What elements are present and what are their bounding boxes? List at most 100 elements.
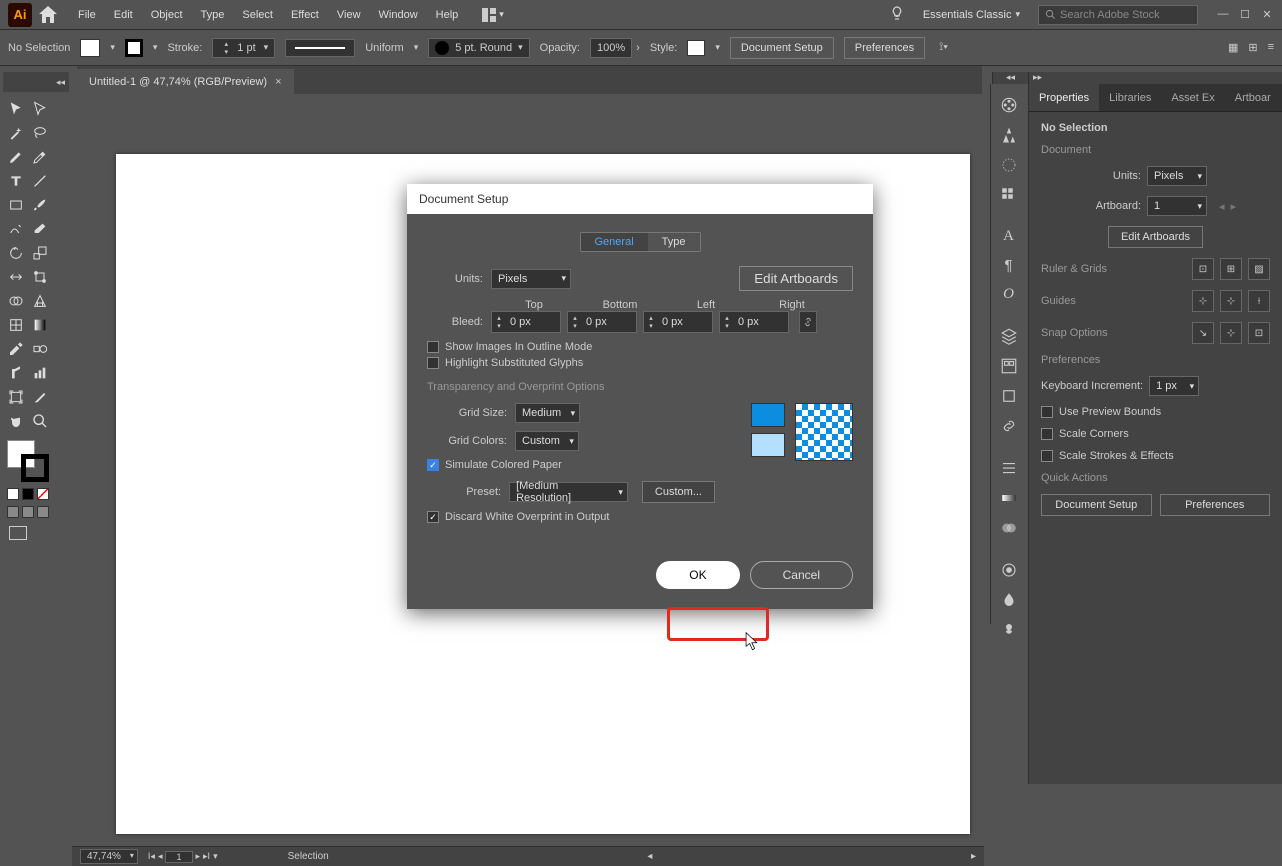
fill-stroke-indicator[interactable]	[5, 440, 51, 484]
props-edit-artboards[interactable]: Edit Artboards	[1108, 226, 1203, 248]
assets-panel-icon[interactable]	[999, 357, 1019, 375]
links-panel-icon[interactable]	[999, 417, 1019, 435]
scroll-left-icon[interactable]: ◂	[647, 851, 652, 862]
symbol-sprayer-tool[interactable]	[5, 362, 27, 384]
opacity-input[interactable]: 100%	[590, 38, 632, 58]
snap-point-icon[interactable]: ↘	[1192, 322, 1214, 344]
stroke-profile[interactable]	[285, 39, 355, 57]
brush-selector[interactable]: 5 pt. Round ▾	[428, 38, 529, 58]
key-inc-input[interactable]: 1 px	[1149, 376, 1199, 396]
menu-file[interactable]: File	[70, 5, 104, 25]
artboards-panel-icon[interactable]	[999, 387, 1019, 405]
document-setup-button[interactable]: Document Setup	[730, 37, 834, 59]
scroll-right-icon[interactable]: ▸	[971, 851, 976, 862]
type-tool[interactable]	[5, 170, 27, 192]
tab-close-icon[interactable]: ×	[275, 76, 281, 88]
shape-builder-tool[interactable]	[5, 290, 27, 312]
next-artboard-icon-status[interactable]: ▸	[196, 851, 201, 863]
transparency-grid-icon[interactable]: ▨	[1248, 258, 1270, 280]
width-tool[interactable]	[5, 266, 27, 288]
draw-normal[interactable]	[7, 506, 19, 518]
tab-properties[interactable]: Properties	[1029, 84, 1099, 111]
artboard-nav-dropdown-icon[interactable]: ▾	[213, 851, 218, 863]
color-guide-icon[interactable]	[999, 126, 1019, 144]
zoom-select[interactable]: 47,74%	[80, 849, 138, 864]
props-artboard-select[interactable]: 1	[1147, 196, 1207, 216]
show-images-checkbox[interactable]: Show Images In Outline Mode	[427, 341, 853, 353]
stroke-color-indicator[interactable]	[21, 454, 49, 482]
close-button[interactable]: ✕	[1260, 8, 1274, 21]
snap-pixel-icon[interactable]: ⊡	[1248, 322, 1270, 344]
gradient-tool[interactable]	[29, 314, 51, 336]
menu-select[interactable]: Select	[234, 5, 281, 25]
custom-button[interactable]: Custom...	[642, 481, 715, 503]
selection-tool[interactable]	[5, 98, 27, 120]
menu-window[interactable]: Window	[371, 5, 426, 25]
dlg-units-select[interactable]: Pixels	[491, 269, 571, 289]
gradient-panel-icon[interactable]	[999, 489, 1019, 507]
menu-help[interactable]: Help	[428, 5, 467, 25]
scale-tool[interactable]	[29, 242, 51, 264]
stroke-panel-icon[interactable]	[999, 459, 1019, 477]
maximize-button[interactable]: ☐	[1238, 8, 1252, 21]
scale-corners-checkbox[interactable]: Scale Corners	[1041, 428, 1270, 440]
discard-overprint-checkbox[interactable]: Discard White Overprint in Output	[427, 511, 715, 523]
appearance-panel-icon[interactable]	[999, 561, 1019, 579]
artboard-number[interactable]: 1	[165, 851, 192, 863]
direct-selection-tool[interactable]	[29, 98, 51, 120]
color-panel-icon[interactable]	[999, 96, 1019, 114]
preview-bounds-checkbox[interactable]: Use Preview Bounds	[1041, 406, 1270, 418]
character-panel-icon[interactable]: A	[999, 228, 1019, 245]
props-collapse[interactable]: ▸▸	[1028, 72, 1282, 84]
dialog-tab-general[interactable]: General	[581, 233, 648, 251]
next-artboard-icon[interactable]: ▸	[1231, 200, 1237, 213]
align-icon[interactable]: ⟟▾	[939, 41, 948, 54]
bleed-bottom-input[interactable]: ▴▾0 px	[567, 311, 637, 333]
blend-tool[interactable]	[29, 338, 51, 360]
grid-colors-select[interactable]: Custom	[515, 431, 579, 451]
prev-artboard-icon[interactable]: ◂	[1219, 200, 1225, 213]
link-bleed-icon[interactable]	[799, 311, 817, 333]
menu-edit[interactable]: Edit	[106, 5, 141, 25]
smart-guides-icon[interactable]: ⟊	[1248, 290, 1270, 312]
draw-behind[interactable]	[22, 506, 34, 518]
bleed-top-input[interactable]: ▴▾0 px	[491, 311, 561, 333]
curvature-tool[interactable]	[29, 146, 51, 168]
color-none[interactable]	[37, 488, 49, 500]
eraser-tool[interactable]	[29, 218, 51, 240]
search-input[interactable]: Search Adobe Stock	[1038, 5, 1198, 25]
cancel-button[interactable]: Cancel	[750, 561, 853, 589]
guides-lock-icon[interactable]: ⊹	[1220, 290, 1242, 312]
graphic-styles-icon[interactable]	[999, 591, 1019, 609]
opentype-panel-icon[interactable]: O	[999, 286, 1019, 303]
layers-panel-icon[interactable]	[999, 327, 1019, 345]
zoom-tool[interactable]	[29, 410, 51, 432]
column-graph-tool[interactable]	[29, 362, 51, 384]
layout-icon-1[interactable]: ▦	[1228, 41, 1238, 54]
color-white[interactable]	[7, 488, 19, 500]
tab-artboards[interactable]: Artboar	[1225, 84, 1281, 111]
grid-color-2[interactable]	[751, 433, 785, 457]
fill-swatch[interactable]	[80, 39, 100, 57]
preset-select[interactable]: [Medium Resolution]	[509, 482, 628, 502]
bleed-left-input[interactable]: ▴▾0 px	[643, 311, 713, 333]
document-tab[interactable]: Untitled-1 @ 47,74% (RGB/Preview) ×	[77, 69, 294, 94]
grid-color-1[interactable]	[751, 403, 785, 427]
lasso-tool[interactable]	[29, 122, 51, 144]
last-artboard-icon[interactable]: ▸I	[203, 851, 210, 863]
grid-icon[interactable]: ⊞	[1220, 258, 1242, 280]
bleed-right-input[interactable]: ▴▾0 px	[719, 311, 789, 333]
shaper-tool[interactable]	[5, 218, 27, 240]
simulate-paper-checkbox[interactable]: Simulate Colored Paper	[427, 459, 715, 471]
rotate-tool[interactable]	[5, 242, 27, 264]
symbols-panel-icon[interactable]	[999, 621, 1019, 639]
free-transform-tool[interactable]	[29, 266, 51, 288]
menu-type[interactable]: Type	[193, 5, 233, 25]
home-icon[interactable]	[36, 3, 60, 27]
line-tool[interactable]	[29, 170, 51, 192]
dlg-edit-artboards[interactable]: Edit Artboards	[739, 266, 853, 291]
tab-libraries[interactable]: Libraries	[1099, 84, 1161, 111]
toolbar-collapse[interactable]: ◂◂	[3, 72, 69, 92]
recolor-icon[interactable]	[999, 156, 1019, 174]
menu-object[interactable]: Object	[143, 5, 191, 25]
